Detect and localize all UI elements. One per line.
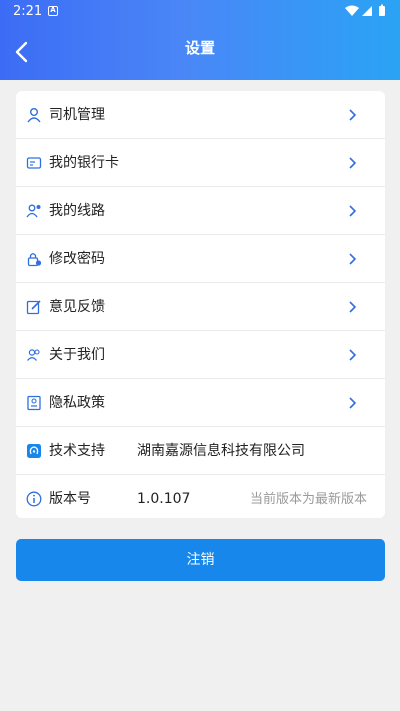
menu-item-label: 隐私政策 xyxy=(49,395,105,411)
status-time: 2:21 xyxy=(13,4,43,19)
wifi-icon xyxy=(345,5,359,16)
menu-item-feedback[interactable]: 意见反馈 xyxy=(16,283,385,331)
info-icon xyxy=(26,491,42,507)
menu-item-label: 我的线路 xyxy=(49,203,105,219)
menu-item-label: 修改密码 xyxy=(49,251,105,267)
support-icon xyxy=(27,444,41,458)
menu-item-label: 关于我们 xyxy=(49,347,105,363)
version-note: 当前版本为最新版本 xyxy=(249,492,367,507)
version-label: 版本号 xyxy=(49,491,91,507)
people-icon xyxy=(27,349,40,361)
edit-icon xyxy=(26,300,41,315)
lock-icon xyxy=(27,253,42,267)
status-bar: 2:21 A xyxy=(0,0,400,24)
menu-item-label: 司机管理 xyxy=(49,107,105,123)
notification-icon: A xyxy=(48,6,58,16)
menu-item-label: 我的银行卡 xyxy=(49,155,119,171)
menu-item-driver-management[interactable]: 司机管理 xyxy=(16,91,385,139)
menu-item-change-password[interactable]: 修改密码 xyxy=(16,235,385,283)
chevron-right-icon xyxy=(349,253,357,265)
menu-item-about-us[interactable]: 关于我们 xyxy=(16,331,385,379)
signal-icon xyxy=(362,6,372,16)
chevron-right-icon xyxy=(349,349,357,361)
route-user-icon xyxy=(26,204,41,218)
chevron-right-icon xyxy=(349,397,357,409)
menu-item-my-bank-card[interactable]: 我的银行卡 xyxy=(16,139,385,187)
battery-icon xyxy=(379,6,385,16)
user-icon xyxy=(27,108,41,123)
document-icon xyxy=(27,395,41,411)
chevron-right-icon xyxy=(349,205,357,217)
status-icons xyxy=(345,4,385,16)
menu-item-privacy-policy[interactable]: 隐私政策 xyxy=(16,379,385,427)
page-title: 设置 xyxy=(184,39,215,57)
header-bar: 2:21 A 设置 xyxy=(0,0,400,80)
tech-support-label: 技术支持 xyxy=(49,443,105,459)
tech-support-value: 湖南嘉源信息科技有限公司 xyxy=(137,443,305,459)
chevron-right-icon xyxy=(349,157,357,169)
menu-item-label: 意见反馈 xyxy=(49,299,105,315)
logout-button[interactable]: 注销 xyxy=(16,539,385,581)
card-icon xyxy=(26,157,42,169)
settings-card: 司机管理 我的银行卡 我的线路 修改密码 意见反馈 关于我们 隐私政策 技术支持… xyxy=(16,91,385,518)
chevron-right-icon xyxy=(349,109,357,121)
chevron-right-icon xyxy=(349,301,357,313)
version-row: 版本号 1.0.107 当前版本为最新版本 xyxy=(16,475,385,518)
menu-item-my-routes[interactable]: 我的线路 xyxy=(16,187,385,235)
tech-support-row: 技术支持 湖南嘉源信息科技有限公司 xyxy=(16,427,385,475)
version-value: 1.0.107 xyxy=(137,491,191,507)
